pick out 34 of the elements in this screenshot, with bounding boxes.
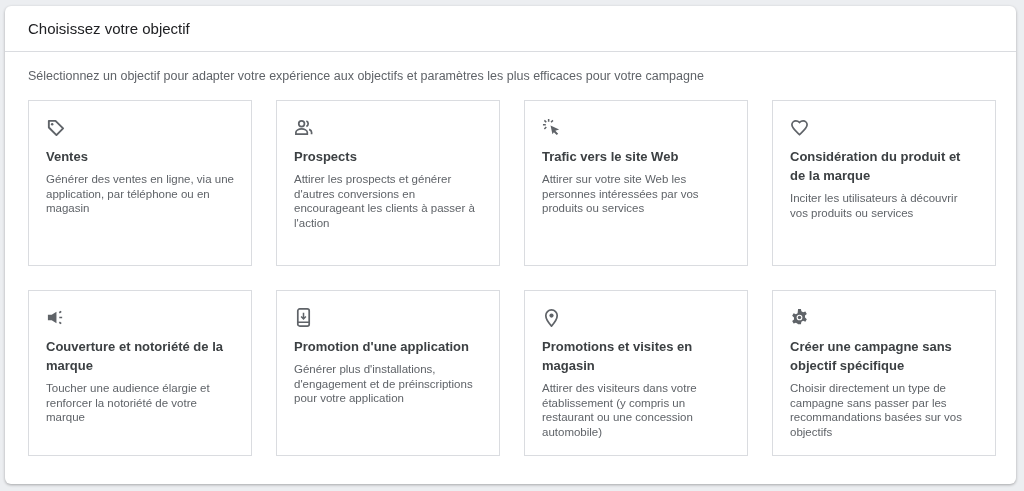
objective-title: Considération du produit et de la marque bbox=[790, 148, 962, 185]
objective-description: Générer des ventes en ligne, via une application, par téléphone ou en magasin bbox=[46, 172, 234, 216]
objective-title: Prospects bbox=[294, 148, 358, 166]
objective-title: Trafic vers le site Web bbox=[542, 148, 680, 166]
objective-card[interactable]: Considération du produit et de la marque Inciter les utilisateurs à découvrir vos produits ou services bbox=[772, 100, 996, 266]
cursor-click-icon bbox=[542, 118, 561, 137]
objective-card[interactable]: Prospects Attirer les prospects et générer d'autres conversions en encourageant les clients à passer à l'action bbox=[276, 100, 500, 266]
objective-title: Promotions et visites en magasin bbox=[542, 338, 694, 375]
objective-description: Toucher une audience élargie et renforcer la notoriété de votre marque bbox=[46, 381, 211, 425]
megaphone-icon bbox=[46, 308, 65, 327]
objective-description: Choisir directement un type de campagne sans passer par les recommandations basées sur vos objectifs bbox=[790, 381, 963, 439]
objective-description: Attirer les prospects et générer d'autres conversions en encourageant les clients à passer à l'action bbox=[294, 172, 476, 230]
panel-subtitle: Sélectionnez un objectif pour adapter votre expérience aux objectifs et paramètres les plus efficaces pour votre campagne bbox=[28, 69, 705, 83]
objective-title: Ventes bbox=[46, 148, 89, 166]
objective-title: Créer une campagne sans objectif spécifique bbox=[790, 338, 953, 375]
objective-card[interactable]: Promotions et visites en magasin Attirer des visiteurs dans votre établissement (y compris un restaurant ou une concession automobile) bbox=[524, 290, 748, 456]
objective-title: Couverture et notoriété de la marque bbox=[46, 338, 224, 375]
location-pin-icon bbox=[542, 308, 561, 327]
objective-card[interactable]: Créer une campagne sans objectif spécifique Choisir directement un type de campagne sans passer par les recommandations basées sur vos objectifs bbox=[772, 290, 996, 456]
objective-card[interactable]: Promotion d'une application Générer plus d'installations, d'engagement et de préinscriptions pour votre application bbox=[276, 290, 500, 456]
objective-description: Attirer sur votre site Web les personnes intéressées par vos produits ou services bbox=[542, 172, 700, 216]
tag-icon bbox=[46, 118, 65, 137]
objective-card[interactable]: Trafic vers le site Web Attirer sur votre site Web les personnes intéressées par vos produits ou services bbox=[524, 100, 748, 266]
panel-title: Choisissez votre objectif bbox=[28, 20, 190, 37]
heart-icon bbox=[790, 118, 809, 137]
objective-card[interactable]: Couverture et notoriété de la marque Toucher une audience élargie et renforcer la notoriété de votre marque bbox=[28, 290, 252, 456]
objective-description: Générer plus d'installations, d'engagement et de préinscriptions pour votre application bbox=[294, 362, 474, 406]
people-icon bbox=[294, 118, 313, 137]
objective-title: Promotion d'une application bbox=[294, 338, 470, 356]
objective-description: Attirer des visiteurs dans votre établissement (y compris un restaurant ou une concession automobile) bbox=[542, 381, 698, 439]
phone-download-icon bbox=[294, 308, 313, 327]
objective-description: Inciter les utilisateurs à découvrir vos produits ou services bbox=[790, 191, 959, 220]
settings-icon bbox=[790, 308, 809, 327]
objective-card[interactable]: Ventes Générer des ventes en ligne, via une application, par téléphone ou en magasin bbox=[28, 100, 252, 266]
